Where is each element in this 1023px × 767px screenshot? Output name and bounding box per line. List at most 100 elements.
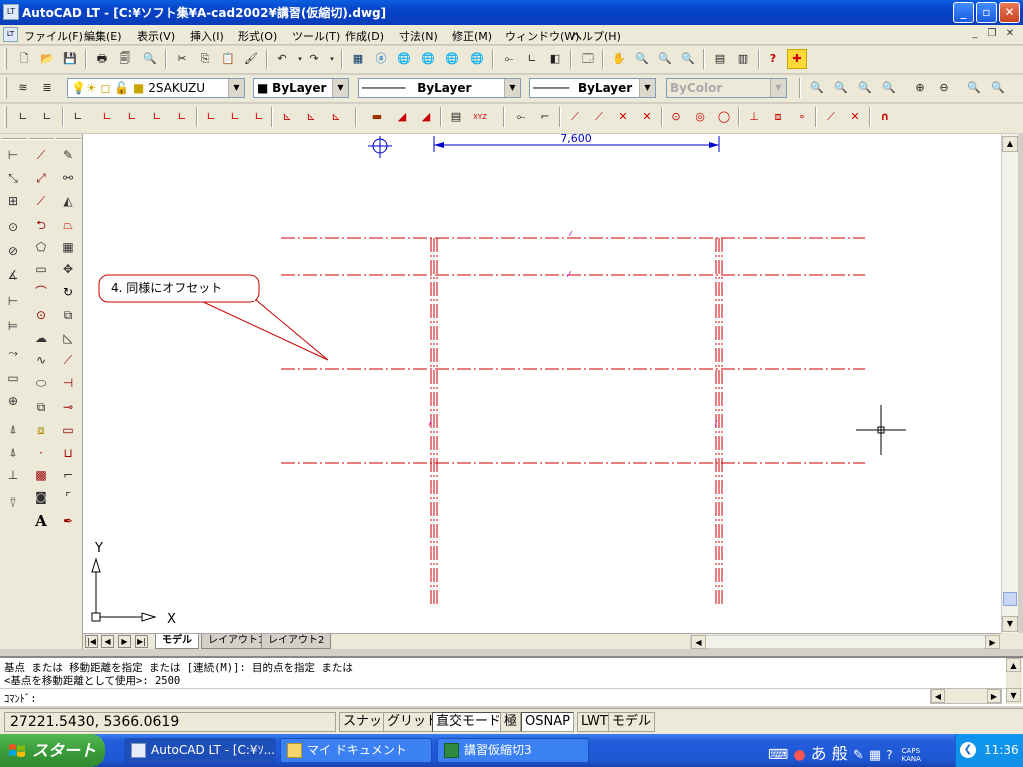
today-icon[interactable]: ⓐ xyxy=(371,49,391,69)
break-at-point-icon[interactable]: ▭ xyxy=(55,419,81,441)
arc-3point-icon[interactable]: ⌒ xyxy=(28,281,54,303)
snap-insert-icon[interactable]: ⧈ xyxy=(768,107,788,127)
zoom-all-icon[interactable]: 🔍 xyxy=(964,78,984,98)
online-icon[interactable]: 🌐 xyxy=(467,49,487,69)
design-center-icon[interactable]: ▦ xyxy=(348,49,368,69)
snap-intersection-icon[interactable]: ✕ xyxy=(613,107,633,127)
menu-view[interactable]: 表示(V) xyxy=(137,28,175,44)
viewports-icon[interactable]: ◧ xyxy=(545,49,565,69)
snap-none-icon[interactable]: ✕ xyxy=(845,107,865,127)
snap-apparent-intersection-icon[interactable]: ✕ xyxy=(637,107,657,127)
ortho-toggle[interactable]: 直交モード xyxy=(432,712,506,732)
copy-object-icon[interactable]: ⚯ xyxy=(55,167,81,189)
ellipse-icon[interactable]: ⬭ xyxy=(28,372,54,394)
toolbar-grip[interactable] xyxy=(4,77,7,99)
dim-style-icon[interactable]: XYZ xyxy=(470,107,490,127)
undo-icon[interactable]: ↶ xyxy=(272,49,292,69)
scroll-thumb[interactable] xyxy=(1003,592,1017,606)
ime-bar[interactable]: ⌨ ● あ 般 ✎ ▦ ? CAPS KANA xyxy=(768,740,954,763)
tab-model[interactable]: モデル xyxy=(155,634,199,649)
title-bar[interactable]: LT AutoCAD LT - [C:¥ソフト集¥A-cad2002¥講習(仮縮… xyxy=(0,0,1023,25)
chevron-down-icon[interactable]: ▼ xyxy=(332,79,348,97)
menu-modify[interactable]: 修正(M) xyxy=(452,28,492,44)
zoom-realtime-icon[interactable]: 🔍 xyxy=(632,49,652,69)
publish-web-icon[interactable]: 🌐 xyxy=(418,49,438,69)
snap-perpendicular-icon[interactable]: ⊥ xyxy=(744,107,764,127)
zoom-in-icon[interactable]: ⊕ xyxy=(910,78,930,98)
vertical-columns[interactable] xyxy=(430,238,723,606)
move-icon[interactable]: ✥ xyxy=(55,258,81,280)
snap-center-icon[interactable]: ⊙ xyxy=(666,107,686,127)
ucs-view-icon[interactable]: ∟ xyxy=(122,107,142,127)
toolbar-grip[interactable] xyxy=(4,48,7,70)
scroll-left-button[interactable]: ◀ xyxy=(931,689,945,703)
region-icon[interactable]: ◙ xyxy=(28,486,54,508)
trim-icon[interactable]: ⊣ xyxy=(55,372,81,394)
scroll-down-button[interactable]: ▼ xyxy=(1002,616,1018,632)
command-input-row[interactable]: ｺﾏﾝﾄﾞ: xyxy=(0,688,1023,706)
ucs-3point-icon[interactable]: ∟ xyxy=(201,107,221,127)
construction-line-icon[interactable]: ⤢ xyxy=(28,167,54,189)
revision-cloud-icon[interactable]: ☁ xyxy=(28,327,54,349)
ucs-face-icon[interactable]: ∟ xyxy=(68,107,88,127)
object-snap-icon[interactable]: ⟜ xyxy=(499,49,519,69)
ime-pad-icon[interactable]: ▦ xyxy=(869,748,881,763)
hatch-icon[interactable]: ▩ xyxy=(28,464,54,486)
scroll-right-button[interactable]: ▶ xyxy=(987,689,1001,703)
dim-radius-icon[interactable]: ⊙ xyxy=(0,216,26,238)
ime-tool-icon[interactable]: ✎ xyxy=(853,748,864,763)
snap-temp-tracking-icon[interactable]: ⟜ xyxy=(511,107,531,127)
dim-continue-icon[interactable]: ⤳ xyxy=(0,342,26,364)
array-icon[interactable]: ▦ xyxy=(55,236,81,258)
new-features-icon[interactable]: ✚ xyxy=(787,49,807,69)
menu-help[interactable]: ヘルプ(H) xyxy=(571,28,621,44)
minimize-button[interactable]: _ xyxy=(953,2,974,23)
snap-tangent-icon[interactable]: ◯ xyxy=(714,107,734,127)
clock[interactable]: 11:36 xyxy=(984,743,1019,757)
last-tab-button[interactable]: ▶| xyxy=(135,635,148,648)
cut-icon[interactable]: ✂ xyxy=(172,49,192,69)
zoom-center-icon[interactable]: 🔍 xyxy=(879,78,899,98)
rotate-icon[interactable]: ↻ xyxy=(55,281,81,303)
close-button[interactable]: ✕ xyxy=(999,2,1020,23)
chevron-left-icon[interactable]: ❮ xyxy=(960,742,976,758)
dim-ordinate-icon[interactable]: ◢ xyxy=(416,107,436,127)
layer-dropdown[interactable]: 💡☀ ◻ 🔓 ■ 2SAKUZU ▼ xyxy=(67,78,245,98)
dim-aligned-icon[interactable]: ◢ xyxy=(392,107,412,127)
task-autocad[interactable]: AutoCAD LT - [C:¥ｿ... xyxy=(124,738,276,763)
ucs-object-icon[interactable]: ∟ xyxy=(97,107,117,127)
lineweight-dropdown[interactable]: ───── ByLayer ▼ xyxy=(529,78,656,98)
toolbar-grip[interactable] xyxy=(29,138,54,140)
dim-tolerance-icon[interactable]: ⊕ xyxy=(0,390,26,412)
dimension[interactable]: 7,600 xyxy=(433,134,720,152)
snap-nearest-icon[interactable]: ⟋ xyxy=(821,107,841,127)
etransmit-icon[interactable]: 🌐 xyxy=(442,49,462,69)
chevron-down-icon[interactable]: ▼ xyxy=(228,79,244,97)
task-my-documents[interactable]: マイ ドキュメント xyxy=(280,738,432,763)
fillet-icon[interactable]: ⌜ xyxy=(55,486,81,508)
keyboard-icon[interactable]: ⌨ xyxy=(768,747,788,763)
spell-check-icon[interactable]: 🔍 xyxy=(140,49,160,69)
zoom-scale-icon[interactable]: 🔍 xyxy=(855,78,875,98)
horizontal-scrollbar[interactable]: ◀ ▶ xyxy=(690,635,1000,649)
coordinate-display[interactable]: 27221.5430, 5366.0619 xyxy=(4,712,336,732)
point-icon[interactable]: · xyxy=(28,442,54,464)
dim-aligned-icon[interactable]: ⤡ xyxy=(0,167,26,189)
scale-icon[interactable]: ⧉ xyxy=(55,304,81,326)
dim-linear-icon[interactable]: ▬ xyxy=(367,107,387,127)
ime-app-icon[interactable]: ● xyxy=(793,747,805,763)
chamfer-icon[interactable]: ⌐ xyxy=(55,464,81,486)
mdi-minimize-button[interactable]: _ xyxy=(968,28,982,41)
explode-icon[interactable]: ✒ xyxy=(55,510,81,532)
open-icon[interactable]: 📂 xyxy=(37,49,57,69)
drawing-area[interactable]: 7,600 4. 同様にオフセット Y X xyxy=(83,134,1001,633)
mdi-close-button[interactable]: ✕ xyxy=(1003,28,1017,41)
ucs-z-icon[interactable]: ⊾ xyxy=(326,107,346,127)
break-icon[interactable]: ⊔ xyxy=(55,442,81,464)
menu-file[interactable]: ファイル(F) xyxy=(24,28,83,44)
spline-icon[interactable]: ∿ xyxy=(28,349,54,371)
command-vscroll[interactable]: ▲ ▼ xyxy=(1006,658,1022,704)
ime-help-icon[interactable]: ? xyxy=(886,748,892,762)
start-button[interactable]: スタート xyxy=(0,734,105,767)
dim-quick-icon[interactable]: ⊢ xyxy=(0,290,26,312)
